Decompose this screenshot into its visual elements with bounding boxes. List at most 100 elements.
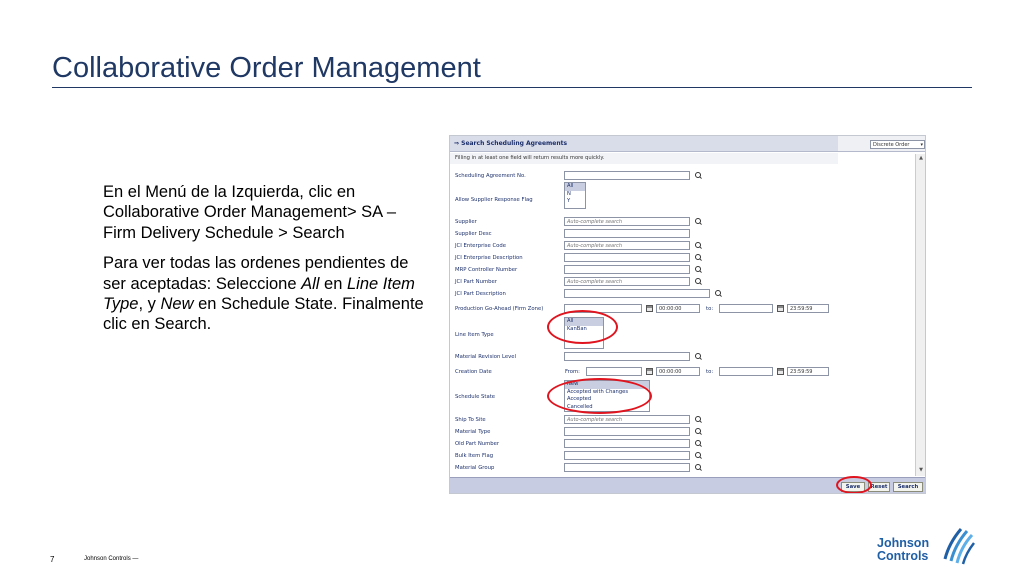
row-jci-part-desc: JCI Part Description	[450, 288, 925, 300]
row-allow-supplier: Allow Supplier Response Flag	[450, 194, 925, 206]
calendar-icon[interactable]	[777, 368, 784, 375]
ship-to-site-input[interactable]: Auto-complete search	[564, 415, 690, 424]
scheduling-agreement-input[interactable]	[564, 171, 690, 180]
logo-text: Johnson Controls	[877, 537, 929, 563]
field-label: Material Type	[455, 429, 491, 435]
go-ahead-to-time[interactable]: 23:59:59	[787, 304, 829, 313]
material-revision-input[interactable]	[564, 352, 690, 361]
row-material-group: Material Group	[450, 462, 925, 474]
supplier-desc-input[interactable]	[564, 229, 690, 238]
vertical-scrollbar[interactable]: ▲ ▼	[915, 154, 925, 476]
material-group-input[interactable]	[564, 463, 690, 472]
order-type-select[interactable]: Discrete Order ▾	[870, 140, 925, 149]
jci-enterprise-desc-input[interactable]	[564, 253, 690, 262]
mrp-controller-input[interactable]	[564, 265, 690, 274]
lookup-icon[interactable]	[694, 452, 703, 460]
lookup-icon[interactable]	[694, 254, 703, 262]
p2-new: New	[160, 295, 194, 314]
row-line-item-type: Line Item Type	[450, 329, 925, 341]
field-label: Material Revision Level	[455, 354, 517, 360]
lookup-icon[interactable]	[694, 242, 703, 250]
highlight-save-button	[836, 476, 872, 493]
creation-from-date[interactable]	[586, 367, 642, 376]
scroll-up-icon[interactable]: ▲	[917, 155, 925, 163]
field-label: Scheduling Agreement No.	[455, 173, 526, 179]
to-label: to:	[706, 306, 714, 312]
lookup-icon[interactable]	[694, 278, 703, 286]
field-label: Supplier	[455, 219, 477, 225]
lookup-icon[interactable]	[694, 416, 703, 424]
allow-supplier-listbox[interactable]: All N Y	[564, 182, 586, 209]
bulk-item-flag-input[interactable]	[564, 451, 690, 460]
lookup-icon[interactable]	[694, 464, 703, 472]
field-label: Creation Date	[455, 369, 492, 375]
instruction-text: En el Menú de la Izquierda, clic en Coll…	[103, 182, 433, 345]
calendar-icon[interactable]	[777, 305, 784, 312]
page-number: 7	[50, 555, 55, 564]
row-material-type: Material Type	[450, 426, 925, 438]
row-scheduling-agreement: Scheduling Agreement No.	[450, 170, 925, 182]
old-part-number-input[interactable]	[564, 439, 690, 448]
field-label: Production Go-Ahead (Firm Zone)	[455, 306, 544, 312]
p2-text: , y	[138, 295, 161, 314]
row-bulk-item-flag: Bulk Item Flag	[450, 450, 925, 462]
field-label: Old Part Number	[455, 441, 500, 447]
to-label: to:	[706, 369, 714, 375]
lookup-icon[interactable]	[694, 440, 703, 448]
order-type-value: Discrete Order	[873, 142, 910, 148]
panel-note: Filling in at least one field will retur…	[450, 153, 838, 164]
row-production-go-ahead: Production Go-Ahead (Firm Zone) 00:00:00…	[450, 303, 925, 315]
logo-line-2: Controls	[877, 549, 929, 563]
supplier-input[interactable]: Auto-complete search	[564, 217, 690, 226]
field-label: JCI Part Description	[455, 291, 506, 297]
creation-to-time[interactable]: 23:59:59	[787, 367, 829, 376]
jci-part-number-input[interactable]: Auto-complete search	[564, 277, 690, 286]
lookup-icon[interactable]	[694, 353, 703, 361]
row-supplier-desc: Supplier Desc	[450, 228, 925, 240]
highlight-schedule-state	[547, 378, 652, 414]
lookup-icon[interactable]	[694, 266, 703, 274]
row-jci-enterprise-code: JCI Enterprise Code Auto-complete search	[450, 240, 925, 252]
scroll-down-icon[interactable]: ▼	[917, 467, 925, 475]
field-label: Ship To Site	[455, 417, 486, 423]
instruction-paragraph-1: En el Menú de la Izquierda, clic en Coll…	[103, 183, 397, 242]
search-button[interactable]: Search	[893, 482, 923, 492]
calendar-icon[interactable]	[646, 368, 653, 375]
panel-header: ⇒ Search Scheduling Agreements	[450, 136, 838, 152]
creation-from-time[interactable]: 00:00:00	[656, 367, 700, 376]
go-ahead-to-date[interactable]	[719, 304, 773, 313]
jci-enterprise-code-input[interactable]: Auto-complete search	[564, 241, 690, 250]
row-material-revision: Material Revision Level	[450, 351, 925, 363]
creation-to-date[interactable]	[719, 367, 773, 376]
field-label: Material Group	[455, 465, 495, 471]
field-label: JCI Part Number	[455, 279, 497, 285]
johnson-controls-logo: Johnson Controls	[877, 523, 977, 567]
field-label: JCI Enterprise Description	[455, 255, 523, 261]
row-ship-to-site: Ship To Site Auto-complete search	[450, 414, 925, 426]
calendar-icon[interactable]	[646, 305, 653, 312]
footer-text: Johnson Controls —	[84, 556, 139, 562]
list-option[interactable]: N	[565, 191, 585, 199]
from-label: From:	[565, 369, 580, 375]
list-option[interactable]: All	[565, 183, 585, 191]
row-jci-part-number: JCI Part Number Auto-complete search	[450, 276, 925, 288]
chevron-down-icon: ▾	[920, 142, 923, 148]
jci-part-desc-input[interactable]	[564, 289, 710, 298]
field-label: Schedule State	[455, 394, 496, 400]
lookup-icon[interactable]	[714, 290, 723, 298]
lookup-icon[interactable]	[694, 172, 703, 180]
row-jci-enterprise-desc: JCI Enterprise Description	[450, 252, 925, 264]
list-option[interactable]: Y	[565, 198, 585, 206]
lookup-icon[interactable]	[694, 218, 703, 226]
field-label: JCI Enterprise Code	[455, 243, 506, 249]
lookup-icon[interactable]	[694, 428, 703, 436]
field-label: MRP Controller Number	[455, 267, 518, 273]
title-divider	[52, 87, 972, 88]
go-ahead-from-time[interactable]: 00:00:00	[656, 304, 700, 313]
row-old-part-number: Old Part Number	[450, 438, 925, 450]
field-label: Allow Supplier Response Flag	[455, 197, 533, 203]
highlight-line-item-type	[547, 310, 618, 344]
row-creation-date: Creation Date From: 00:00:00 to: 23:59:5…	[450, 366, 925, 378]
material-type-input[interactable]	[564, 427, 690, 436]
field-label: Bulk Item Flag	[455, 453, 494, 459]
